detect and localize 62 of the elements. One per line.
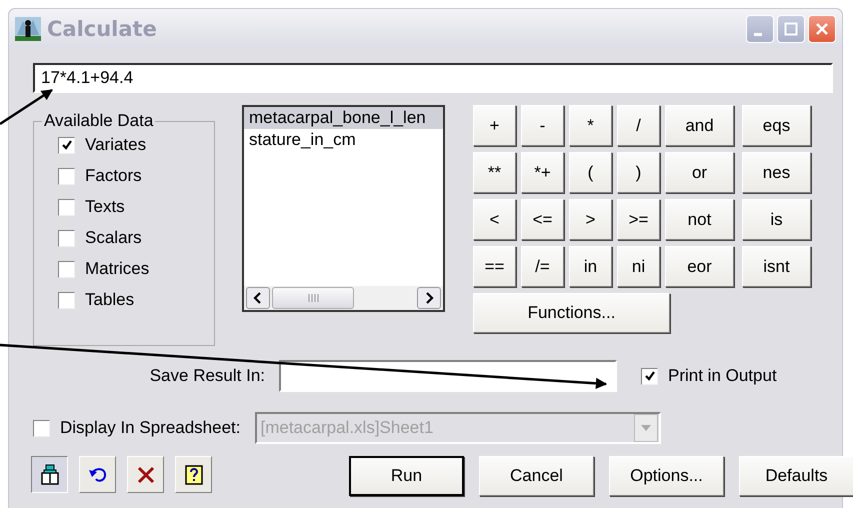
operator-button[interactable]: /= [521, 246, 564, 287]
clear-button[interactable] [127, 456, 164, 493]
operator-button[interactable]: - [521, 105, 564, 146]
group-title: Available Data [43, 111, 154, 131]
operator-button[interactable]: *+ [521, 152, 564, 193]
operator-button[interactable]: > [569, 199, 612, 240]
operator-button[interactable]: == [473, 246, 516, 287]
checkbox[interactable]: Scalars [58, 228, 214, 248]
operator-button[interactable]: nes [742, 152, 811, 193]
variable-list[interactable]: metacarpal_bone_l_len stature_in_cm [242, 105, 445, 312]
expression-field[interactable]: 17*4.1+94.4 [33, 63, 833, 93]
undo-button[interactable] [79, 456, 116, 493]
operator-button[interactable]: ** [473, 152, 516, 193]
operator-button[interactable]: and [665, 105, 734, 146]
dialog-button[interactable]: Cancel [479, 456, 594, 496]
close-icon [815, 22, 829, 36]
checkbox[interactable]: Variates [58, 135, 214, 155]
operator-button[interactable]: eqs [742, 105, 811, 146]
scroll-left-button[interactable] [246, 287, 270, 309]
operator-button[interactable]: not [665, 199, 734, 240]
operator-button[interactable]: < [473, 199, 516, 240]
operator-button[interactable]: <= [521, 199, 564, 240]
operator-button[interactable]: in [569, 246, 612, 287]
minimize-icon [754, 32, 762, 36]
checkbox[interactable]: Matrices [58, 259, 214, 279]
check-icon [60, 139, 72, 151]
dialog-button[interactable]: Defaults [739, 456, 853, 496]
operator-button[interactable]: + [473, 105, 516, 146]
scroll-thumb[interactable] [272, 287, 354, 309]
list-item[interactable]: stature_in_cm [244, 129, 443, 151]
checkbox[interactable]: Print in Output [641, 366, 777, 386]
checkbox[interactable]: Display In Spreadsheet: [33, 418, 240, 438]
person-icon [15, 17, 41, 41]
list-item[interactable]: metacarpal_bone_l_len [244, 107, 443, 129]
operator-button[interactable]: isnt [742, 246, 811, 287]
save-result-label: Save Result In: [148, 366, 265, 386]
operator-button[interactable]: >= [617, 199, 660, 240]
checkbox[interactable]: Tables [58, 290, 214, 310]
scroll-right-button[interactable] [417, 287, 441, 309]
operator-button[interactable]: ) [617, 152, 660, 193]
horizontal-scrollbar[interactable] [244, 286, 443, 310]
dropdown-arrow-icon [640, 424, 652, 432]
operator-button[interactable]: ni [617, 246, 660, 287]
operator-button[interactable]: ( [569, 152, 612, 193]
dialog-button[interactable]: Run [349, 456, 464, 496]
check-icon [644, 370, 656, 382]
operator-button[interactable]: or [665, 152, 734, 193]
functions-button[interactable]: Functions... [473, 293, 670, 333]
operator-button[interactable]: eor [665, 246, 734, 287]
help-icon [182, 464, 204, 486]
window-title: Calculate [47, 17, 157, 41]
help-button[interactable] [175, 456, 212, 493]
maximize-icon [784, 22, 798, 36]
checkbox[interactable]: Texts [58, 197, 214, 217]
save-result-field[interactable] [279, 360, 617, 392]
operator-button[interactable]: * [569, 105, 612, 146]
dialog-button[interactable]: Options... [609, 456, 724, 496]
checkbox[interactable]: Factors [58, 166, 214, 186]
operator-button[interactable]: is [742, 199, 811, 240]
operator-button[interactable]: / [617, 105, 660, 146]
grip-icon [307, 294, 319, 302]
pin-button[interactable] [31, 456, 68, 493]
